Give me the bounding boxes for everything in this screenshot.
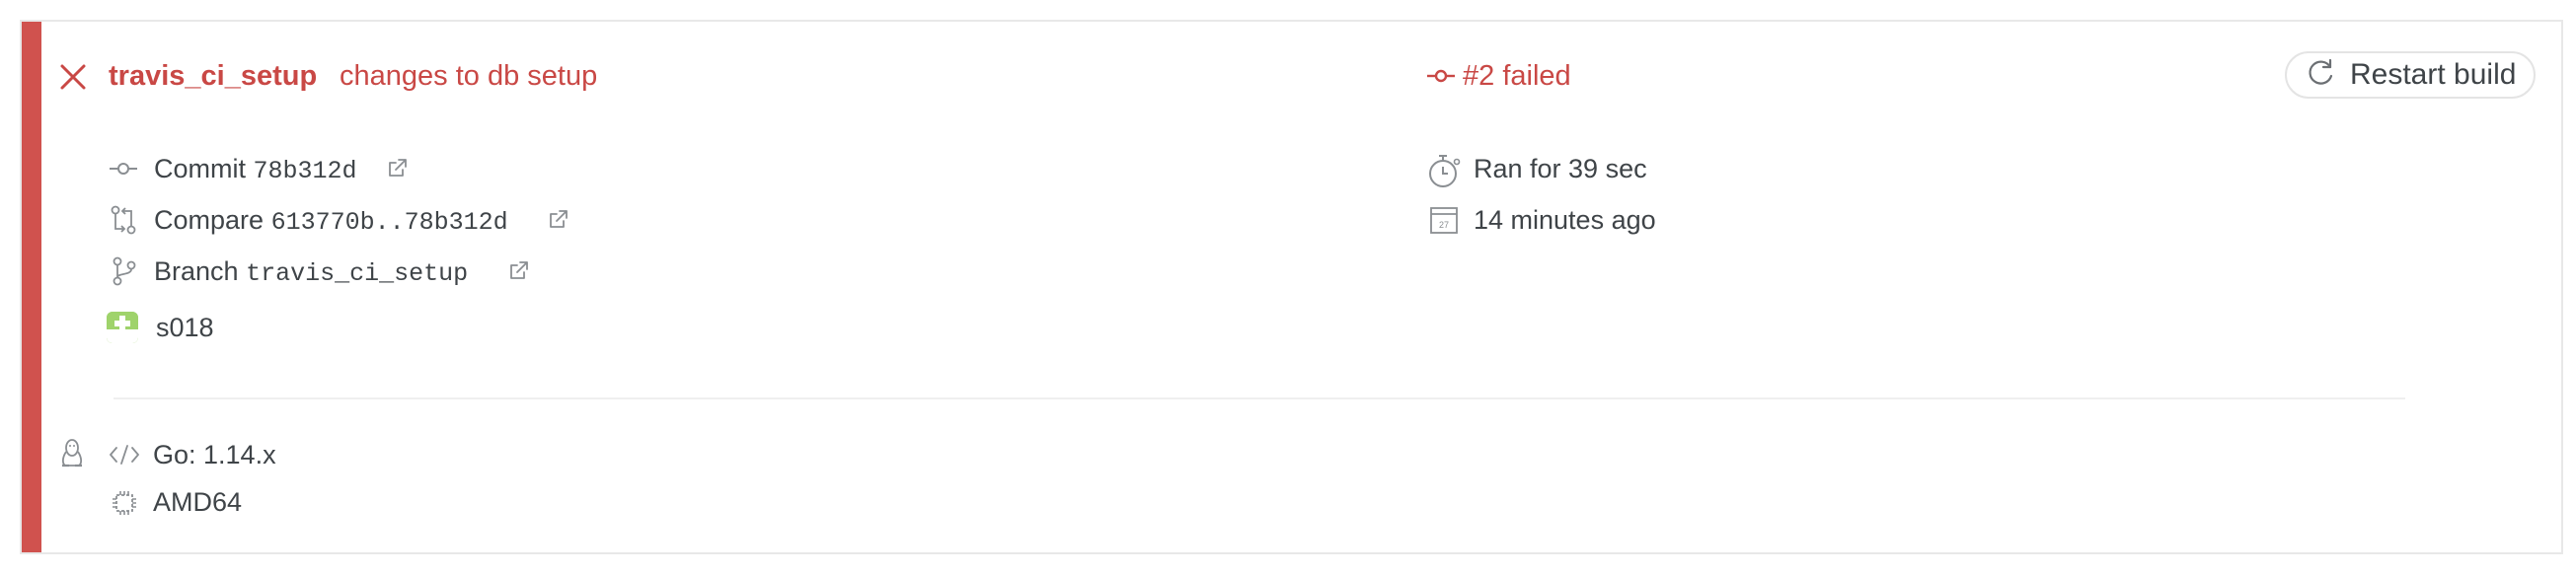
branch-name: travis_ci_setup bbox=[246, 259, 469, 288]
branch-icon bbox=[113, 256, 136, 286]
external-link-icon[interactable] bbox=[508, 259, 530, 281]
restart-build-label: Restart build bbox=[2350, 58, 2517, 91]
external-link-icon[interactable] bbox=[548, 208, 569, 230]
restart-build-button[interactable]: Restart build bbox=[2285, 51, 2536, 99]
restart-icon bbox=[2307, 58, 2336, 93]
close-icon bbox=[59, 63, 87, 91]
commit-icon bbox=[109, 162, 138, 176]
external-link-icon[interactable] bbox=[387, 157, 409, 179]
commit-label: Commit bbox=[154, 154, 246, 183]
commit-sha: 78b312d bbox=[253, 157, 357, 185]
svg-text:27: 27 bbox=[1439, 220, 1449, 230]
compare-row[interactable]: Compare 613770b..78b312d bbox=[154, 204, 508, 239]
section-divider bbox=[114, 397, 2405, 399]
linux-tux-icon bbox=[59, 438, 85, 469]
author-name[interactable]: s018 bbox=[156, 312, 214, 343]
failed-status-stripe bbox=[22, 22, 41, 552]
compare-icon bbox=[111, 205, 136, 235]
language-version: Go: 1.14.x bbox=[153, 440, 276, 469]
build-finished-time: 14 minutes ago bbox=[1474, 205, 1656, 235]
branch-title-link[interactable]: travis_ci_setup bbox=[109, 57, 317, 95]
code-icon bbox=[109, 444, 140, 466]
build-summary-card: travis_ci_setup changes to db setup #2 f… bbox=[20, 20, 2563, 554]
commit-message-link[interactable]: changes to db setup bbox=[340, 57, 597, 95]
compare-range: 613770b..78b312d bbox=[270, 208, 508, 237]
cpu-icon bbox=[111, 489, 138, 517]
compare-label: Compare bbox=[154, 205, 265, 235]
commit-row[interactable]: Commit 78b312d bbox=[154, 153, 357, 187]
branch-row[interactable]: Branch travis_ci_setup bbox=[154, 255, 468, 290]
stopwatch-icon bbox=[1427, 152, 1463, 189]
commit-icon bbox=[1426, 67, 1456, 85]
avatar bbox=[107, 312, 138, 343]
build-status-link[interactable]: #2 failed bbox=[1463, 57, 1571, 95]
build-duration: Ran for 39 sec bbox=[1474, 154, 1647, 183]
branch-label: Branch bbox=[154, 256, 239, 286]
calendar-icon: 27 bbox=[1429, 205, 1459, 235]
architecture: AMD64 bbox=[153, 487, 243, 517]
